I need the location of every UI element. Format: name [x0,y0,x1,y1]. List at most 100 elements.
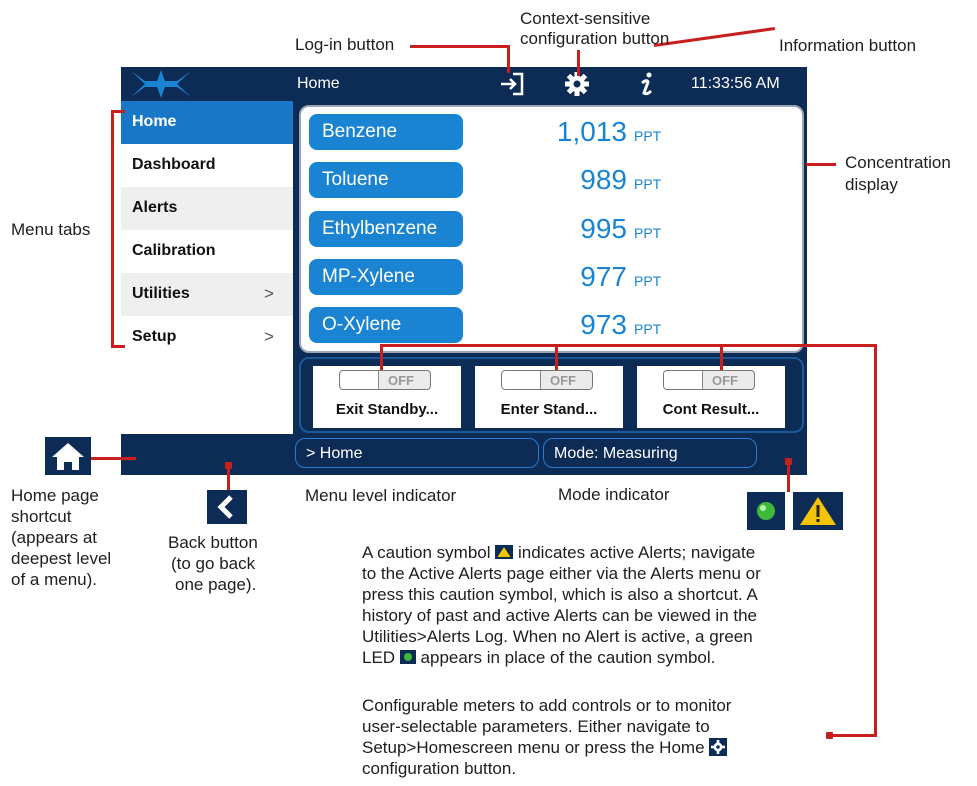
gas-button[interactable]: Ethylbenzene [309,211,463,247]
menu-label: Setup [132,328,177,345]
leader-line [90,457,136,460]
home-shortcut-annotation: of a menu). [11,570,97,589]
gas-value: 977 [580,261,627,292]
menu-level-indicator[interactable]: > Home [295,438,539,468]
leader-line [787,462,790,492]
configurable-meters: OFF Exit Standby... OFF Enter Stand... O… [299,357,804,433]
paragraph-text: to the Active Alerts page either via the… [362,564,761,583]
status-bar: > Home Mode: Measuring [121,434,807,475]
login-annotation: Log-in button [295,35,395,54]
meter-label: Exit Standby... [335,401,439,418]
meter-exit-standby[interactable]: OFF Exit Standby... [313,366,461,428]
concentration-annotation: Concentration [845,153,951,172]
paragraph-text: LED [362,648,396,667]
tab-home[interactable]: Home [121,101,293,144]
gas-row: MP-Xylene 977 PPT [309,259,799,297]
top-bar: Home 11:33:56 AM [121,67,807,101]
meter-label: Enter Stand... [500,401,598,418]
home-shortcut-annotation: (appears at [11,528,97,547]
info-icon[interactable] [633,71,661,97]
back-annotation: Back button [168,533,258,552]
toggle-state: OFF [388,373,414,388]
home-shortcut-annotation: Home page [11,486,99,505]
paragraph-text: indicates active Alerts; navigate [517,543,756,562]
leader-line [380,344,383,370]
tab-utilities[interactable]: Utilities > [121,273,293,316]
paragraph-text: configuration button. [362,759,517,778]
caution-paragraph: A caution symbol indicates active Alerts… [362,543,755,563]
tab-setup[interactable]: Setup > [121,316,293,359]
menu-tabs-annotation: Menu tabs [11,220,91,239]
paragraph-text: Setup>Homescreen menu or press the Home [362,738,705,757]
toggle-knob [502,371,541,389]
home-shortcut-annotation: shortcut [11,507,72,526]
tab-alerts[interactable]: Alerts [121,187,293,230]
home-icon[interactable] [45,437,91,475]
gas-value: 989 [580,164,627,195]
leader-line [830,734,877,737]
tab-calibration[interactable]: Calibration [121,230,293,273]
leader-line [555,344,558,370]
gas-value: 1,013 [556,116,627,147]
gas-row: Toluene 989 PPT [309,162,799,200]
paragraph-text: history of past and active Alerts can be… [362,606,758,625]
paragraph-text: press this caution symbol, which is also… [362,585,758,604]
chevron-right-icon: > [264,284,274,303]
toggle-switch[interactable]: OFF [501,370,593,390]
login-icon[interactable] [498,71,526,97]
caution-icon[interactable] [793,492,843,530]
toggle-knob [340,371,379,389]
caution-icon [495,545,514,559]
bracket-line [111,345,125,348]
config-paragraph-line: Setup>Homescreen menu or press the Home [362,738,728,758]
gas-button[interactable]: O-Xylene [309,307,463,343]
green-led-icon [747,492,785,530]
gas-row: Ethylbenzene 995 PPT [309,211,799,249]
concentration-annotation: display [845,175,898,194]
menu-label: Dashboard [132,156,216,173]
back-icon[interactable] [207,490,247,524]
menu-label: Home [132,113,177,130]
leader-line [720,344,723,370]
bracket-line [111,110,125,113]
leader-line [577,50,580,76]
toggle-state: OFF [550,373,576,388]
green-led-icon [399,650,416,664]
bracket-line [111,110,114,348]
gas-button[interactable]: Toluene [309,162,463,198]
gas-value: 973 [580,309,627,340]
toggle-state: OFF [712,373,738,388]
back-annotation: one page). [175,575,257,594]
mode-indicator: Mode: Measuring [543,438,757,468]
menu-sidebar: Home Dashboard Alerts Calibration Utilit… [121,101,293,434]
meter-cont-result[interactable]: OFF Cont Result... [637,366,785,428]
gas-row: O-Xylene 973 PPT [309,307,799,345]
concentration-display: Benzene 1,013 PPT Toluene 989 PPT Ethylb… [299,105,804,353]
gear-icon [709,738,728,756]
paragraph-text: A caution symbol [362,543,491,562]
menu-label: Alerts [132,199,178,216]
paragraph-text: user-selectable parameters. Either navig… [362,717,710,736]
logo-icon [131,70,191,98]
back-annotation: (to go back [171,554,256,573]
toggle-switch[interactable]: OFF [339,370,431,390]
meter-enter-standby[interactable]: OFF Enter Stand... [475,366,623,428]
leader-dot [826,732,833,739]
leader-line [653,27,776,47]
tab-dashboard[interactable]: Dashboard [121,144,293,187]
gas-button[interactable]: Benzene [309,114,463,150]
gas-unit: PPT [634,176,662,192]
gas-button[interactable]: MP-Xylene [309,259,463,295]
leader-line [507,45,510,73]
paragraph-text: appears in place of the caution symbol. [420,648,716,667]
leader-line [380,344,877,347]
paragraph-text: Utilities>Alerts Log. When no Alert is a… [362,627,753,646]
paragraph-text: Configurable meters to add controls or t… [362,696,732,715]
mode-annotation: Mode indicator [558,485,670,504]
leader-line [806,163,836,166]
gas-row: Benzene 1,013 PPT [309,114,799,152]
leader-dot [225,462,232,469]
menu-level-annotation: Menu level indicator [305,486,457,505]
config-annotation: Context-sensitive [520,9,651,28]
toggle-switch[interactable]: OFF [663,370,755,390]
